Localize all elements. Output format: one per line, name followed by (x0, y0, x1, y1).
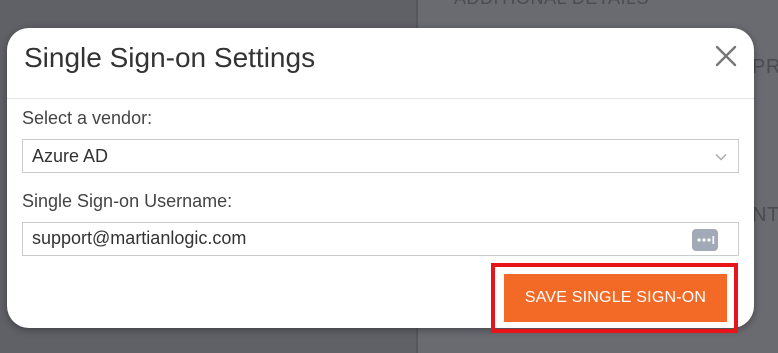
save-single-sign-on-button[interactable]: SAVE SINGLE SIGN-ON (504, 274, 727, 322)
vendor-selected-value: Azure AD (32, 146, 109, 166)
username-field[interactable] (32, 228, 672, 249)
background-text-fragment: PR (752, 56, 778, 78)
close-icon[interactable] (714, 44, 738, 68)
username-label: Single Sign-on Username: (22, 191, 233, 211)
background-section-header: ADDITIONAL DETAILS (454, 0, 649, 9)
chevron-down-icon (714, 150, 728, 164)
password-dots-icon[interactable] (692, 229, 718, 251)
header-divider (7, 98, 754, 99)
background-text-fragment: NT (752, 204, 778, 226)
modal-title: Single Sign-on Settings (24, 42, 316, 73)
username-field-container (22, 222, 739, 256)
vendor-label: Select a vendor: (22, 108, 153, 128)
vendor-select[interactable]: Azure AD (22, 139, 739, 173)
